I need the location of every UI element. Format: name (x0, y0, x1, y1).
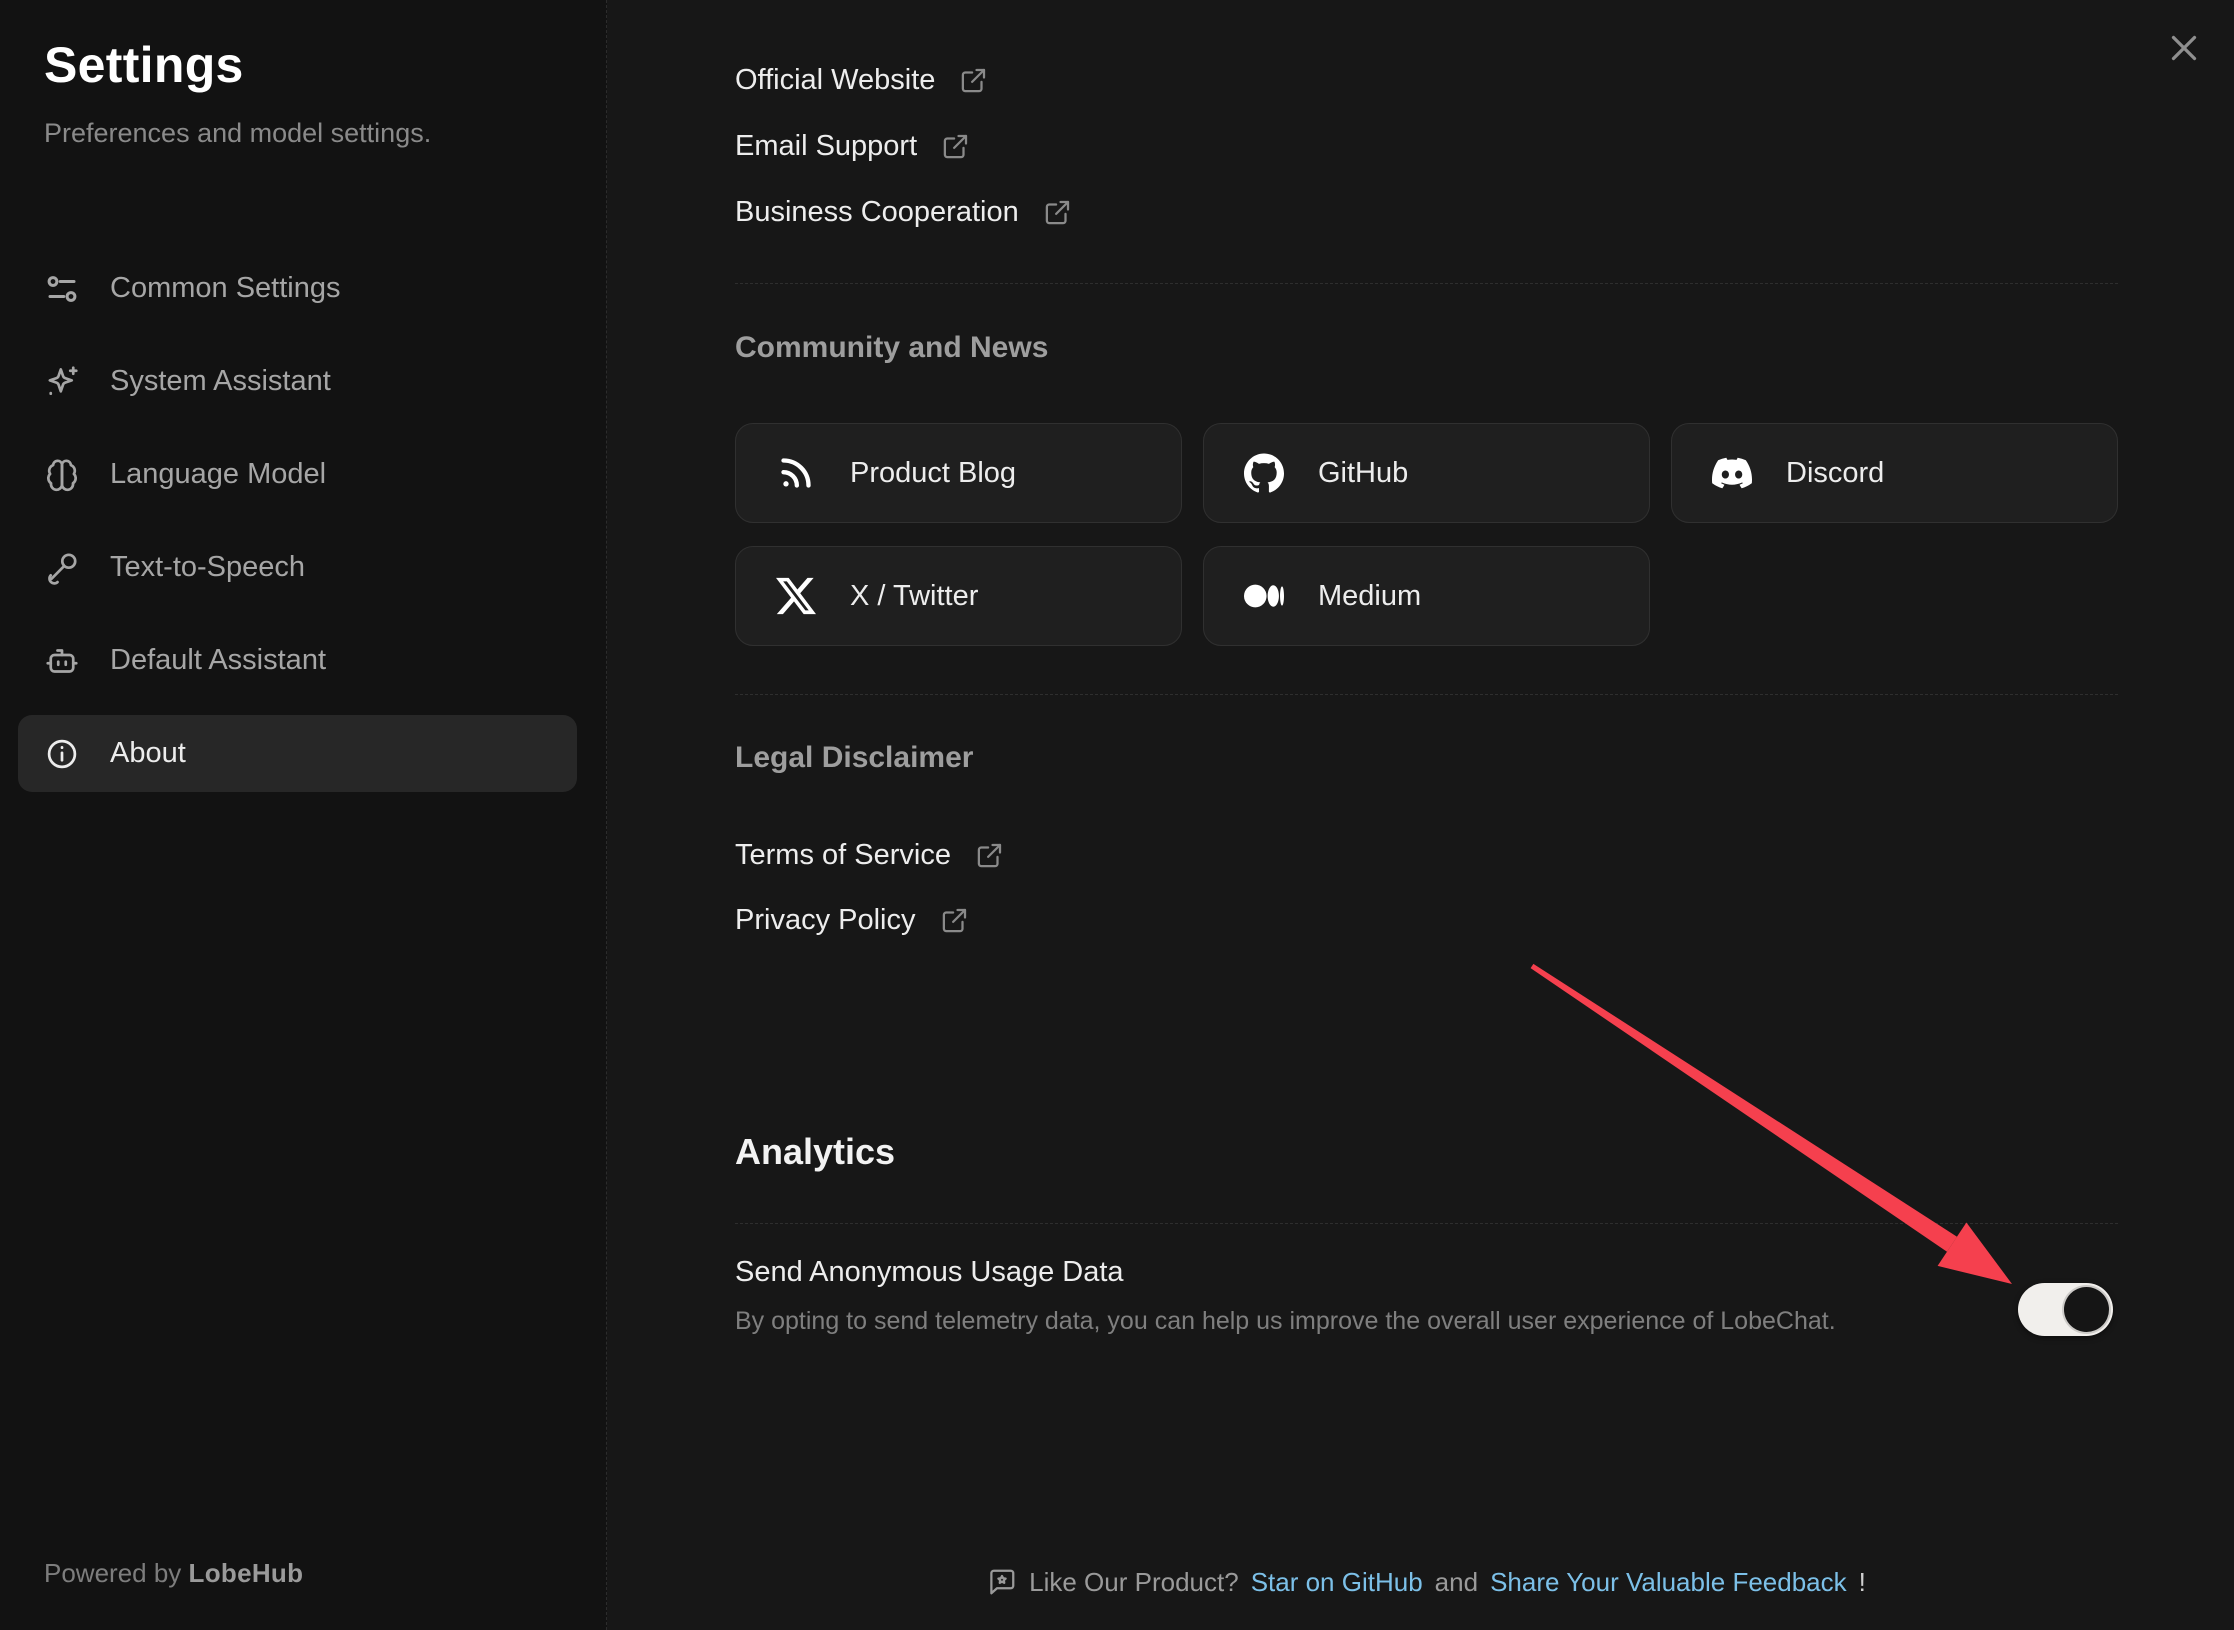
section-divider (735, 1223, 2118, 1224)
page-title: Settings (44, 36, 244, 94)
sidebar-item-language-model[interactable]: Language Model (18, 436, 577, 513)
powered-by: Powered by LobeHub (44, 1558, 303, 1589)
sliders-icon (44, 271, 80, 307)
button-label: Discord (1786, 457, 1884, 490)
legal-heading: Legal Disclaimer (735, 741, 2118, 775)
about-settings-panel: Contact Us Official Website Email Suppor… (607, 0, 2234, 1630)
medium-button[interactable]: Medium (1203, 546, 1650, 646)
external-link-icon (959, 65, 989, 95)
external-link-icon (941, 131, 971, 161)
usage-data-description: By opting to send telemetry data, you ca… (735, 1307, 1985, 1336)
sidebar-item-default-assistant[interactable]: Default Assistant (18, 622, 577, 699)
section-divider (735, 694, 2118, 695)
info-icon (44, 736, 80, 772)
sidebar-item-label: Default Assistant (110, 644, 326, 677)
link-label: Privacy Policy (735, 904, 916, 937)
powered-by-text: Powered by (44, 1558, 181, 1588)
external-link-icon (940, 905, 970, 935)
x-twitter-button[interactable]: X / Twitter (735, 546, 1182, 646)
sidebar-item-system-assistant[interactable]: System Assistant (18, 343, 577, 420)
toggle-knob (2064, 1287, 2109, 1332)
medium-icon (1244, 576, 1284, 616)
analytics-heading: Analytics (735, 1131, 2118, 1173)
business-cooperation-link[interactable]: Business Cooperation (735, 188, 2118, 236)
github-button[interactable]: GitHub (1203, 423, 1650, 523)
official-website-link[interactable]: Official Website (735, 56, 2118, 104)
star-on-github-link[interactable]: Star on GitHub (1251, 1567, 1423, 1598)
mic-icon (44, 550, 80, 586)
sidebar-item-text-to-speech[interactable]: Text-to-Speech (18, 529, 577, 606)
footer-text: and (1435, 1567, 1478, 1598)
close-icon[interactable] (2158, 22, 2210, 74)
terms-of-service-link[interactable]: Terms of Service (735, 831, 2118, 879)
sparkles-icon (44, 364, 80, 400)
settings-menu: Common Settings System Assistant Languag… (18, 250, 577, 792)
product-blog-button[interactable]: Product Blog (735, 423, 1182, 523)
sidebar-item-label: Text-to-Speech (110, 551, 305, 584)
lobehub-brand: LobeHub (189, 1558, 304, 1588)
brain-icon (44, 457, 80, 493)
github-icon (1244, 453, 1284, 493)
button-label: Medium (1318, 580, 1421, 613)
link-label: Business Cooperation (735, 196, 1019, 229)
discord-icon (1712, 453, 1752, 493)
x-twitter-icon (776, 576, 816, 616)
sidebar-item-about[interactable]: About (18, 715, 577, 792)
link-label: Terms of Service (735, 839, 951, 872)
footer-text: ! (1859, 1567, 1866, 1598)
privacy-policy-link[interactable]: Privacy Policy (735, 896, 2118, 944)
sidebar-item-common-settings[interactable]: Common Settings (18, 250, 577, 327)
section-divider (735, 283, 2118, 284)
usage-data-label: Send Anonymous Usage Data (735, 1256, 1985, 1289)
link-label: Email Support (735, 130, 917, 163)
email-support-link[interactable]: Email Support (735, 122, 2118, 170)
button-label: GitHub (1318, 457, 1408, 490)
discord-button[interactable]: Discord (1671, 423, 2118, 523)
community-heading: Community and News (735, 331, 2118, 365)
lobechat-settings-window: { "window": { "close_label": "close" }, … (0, 0, 2234, 1630)
external-link-icon (975, 840, 1005, 870)
product-footer: Like Our Product? Star on GitHub and Sha… (735, 1556, 2118, 1608)
sidebar-item-label: Common Settings (110, 272, 341, 305)
button-label: X / Twitter (850, 580, 978, 613)
bot-icon (44, 643, 80, 679)
link-label: Official Website (735, 64, 935, 97)
external-link-icon (1043, 197, 1073, 227)
rss-icon (776, 453, 816, 493)
contact-us-heading: Contact Us (735, 0, 2118, 7)
sidebar-item-label: System Assistant (110, 365, 331, 398)
sidebar-item-label: About (110, 737, 186, 770)
share-feedback-link[interactable]: Share Your Valuable Feedback (1490, 1567, 1847, 1598)
feedback-bubble-icon (987, 1567, 1017, 1597)
page-subtitle: Preferences and model settings. (44, 118, 431, 149)
sidebar-item-label: Language Model (110, 458, 326, 491)
usage-data-toggle[interactable] (2018, 1283, 2113, 1336)
button-label: Product Blog (850, 457, 1016, 490)
footer-text: Like Our Product? (1029, 1567, 1239, 1598)
settings-sidebar: Settings Preferences and model settings.… (0, 0, 607, 1630)
